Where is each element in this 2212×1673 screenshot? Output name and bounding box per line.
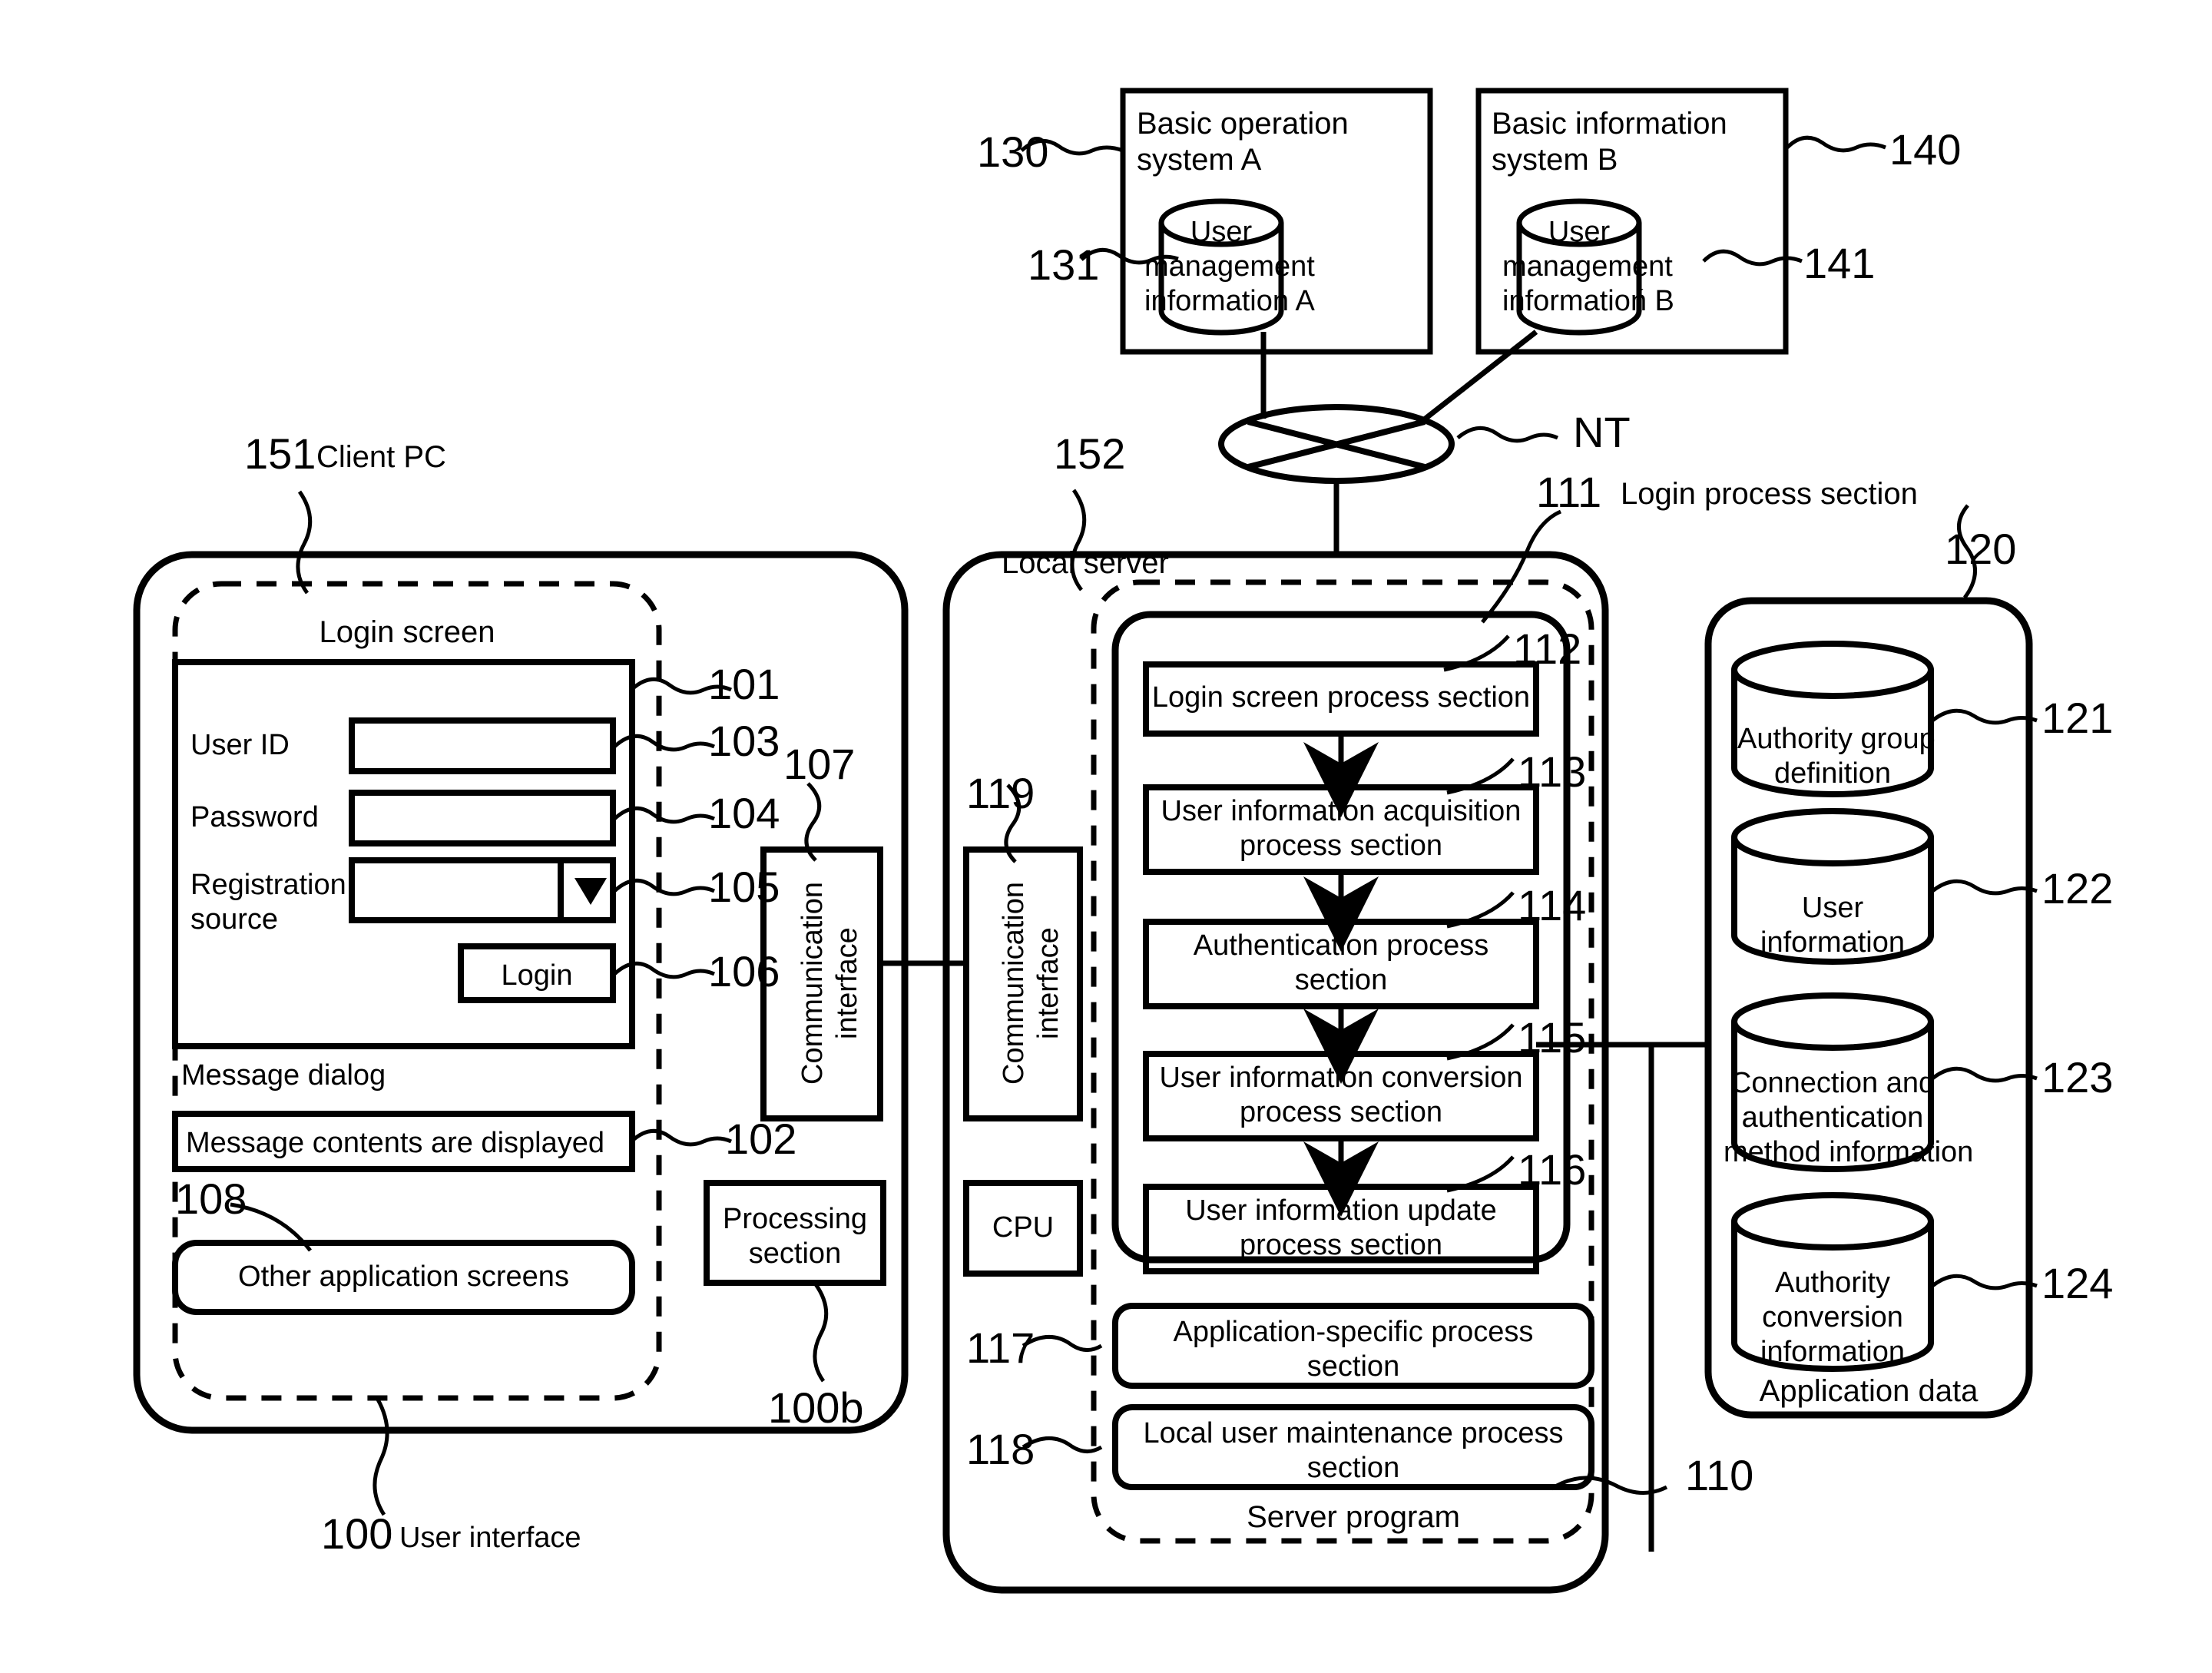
basic-information-system-b-title: Basic information system B: [1492, 107, 1727, 177]
ref-105: 105: [708, 863, 780, 911]
ref-111: 111: [1536, 468, 1602, 516]
server-communication-interface-label: Communication interface: [998, 882, 1065, 1085]
ref-140: 140: [1889, 125, 1962, 174]
registration-source-label: Registration source: [190, 869, 346, 936]
user-information-update-process-section: User information update process section: [1185, 1194, 1497, 1261]
local-user-maintenance-process-section: Local user maintenance process section: [1143, 1417, 1564, 1484]
ref-110: 110: [1685, 1451, 1754, 1499]
authority-group-definition-store: Authority group definition: [1737, 723, 1936, 790]
cpu-label: CPU: [992, 1211, 1055, 1244]
ref-130: 130: [977, 128, 1049, 176]
connection-authentication-method-information-store: Connection and authentication method inf…: [1724, 1067, 1974, 1168]
user-management-information-b-label: User management informatioń B: [1502, 216, 1674, 317]
server-program-label: Server program: [1247, 1500, 1460, 1534]
ref-131: 131: [1028, 240, 1100, 289]
user-interface-label: User interface: [399, 1522, 581, 1554]
local-server-title: Local server: [1002, 546, 1169, 580]
chevron-down-icon[interactable]: [562, 863, 611, 917]
ref-124: 124: [2041, 1259, 2114, 1307]
ref-101: 101: [708, 660, 780, 708]
client-pc-title: Client PC: [316, 440, 446, 474]
application-data-label: Application data: [1759, 1374, 1979, 1408]
ref-118: 118: [966, 1425, 1035, 1473]
user-management-information-a-label: User management information A: [1144, 216, 1315, 317]
other-application-screens-label[interactable]: Other application screens: [175, 1260, 632, 1294]
ref-102: 102: [725, 1115, 797, 1163]
user-information-store: User information: [1760, 892, 1905, 959]
registration-source-dropdown[interactable]: [355, 863, 558, 917]
ref-121: 121: [2041, 694, 2114, 742]
ref-106: 106: [708, 947, 780, 996]
ref-112: 112: [1513, 624, 1582, 673]
ref-152: 152: [1054, 429, 1126, 478]
message-dialog-label: Message dialog: [181, 1059, 386, 1092]
patent-diagram: 130 Basic operation system A User manage…: [0, 0, 2212, 1673]
message-contents-text: Message contents are displayed: [186, 1127, 604, 1159]
ref-122: 122: [2041, 864, 2114, 913]
ref-100: 100: [321, 1509, 393, 1558]
basic-operation-system-a-title: Basic operation system A: [1137, 107, 1349, 177]
ref-113: 113: [1518, 747, 1587, 796]
ref-120: 120: [1945, 525, 2017, 573]
ref-116: 116: [1518, 1145, 1587, 1194]
processing-section-label: Processing section: [723, 1203, 867, 1270]
login-screen-process-section: Login screen process section: [1151, 681, 1531, 714]
ref-114: 114: [1518, 881, 1587, 929]
password-input[interactable]: [355, 796, 610, 840]
user-id-label: User ID: [190, 729, 290, 761]
ref-117: 117: [966, 1323, 1035, 1372]
ref-108: 108: [175, 1174, 247, 1223]
ref-141: 141: [1803, 239, 1876, 287]
network-label-nt: NT: [1573, 408, 1631, 456]
ref-104: 104: [708, 789, 780, 837]
ref-107: 107: [783, 740, 856, 788]
ref-115: 115: [1518, 1013, 1587, 1062]
ref-151: 151: [244, 429, 316, 478]
ref-119: 119: [966, 769, 1035, 817]
user-id-input[interactable]: [355, 724, 610, 768]
application-specific-process-section: Application-specific process section: [1173, 1316, 1534, 1383]
diagram-lines: [133, 88, 2038, 1594]
ref-123: 123: [2041, 1053, 2114, 1102]
ref-100b: 100b: [768, 1383, 864, 1432]
ref-103: 103: [708, 717, 780, 765]
login-process-section-label: Login process section: [1621, 477, 1918, 511]
user-information-acquisition-process-section: User information acquisition process sec…: [1161, 795, 1522, 862]
authentication-process-section: Authentication process section: [1193, 929, 1489, 996]
password-label: Password: [190, 801, 319, 833]
authority-conversion-information-store: Authority conversion information: [1760, 1267, 1905, 1368]
client-communication-interface-label: Communication interface: [796, 882, 863, 1085]
login-button[interactable]: Login: [461, 959, 613, 993]
user-information-conversion-process-section: User information conversion process sect…: [1159, 1062, 1523, 1128]
login-screen-title: Login screen: [319, 615, 495, 649]
